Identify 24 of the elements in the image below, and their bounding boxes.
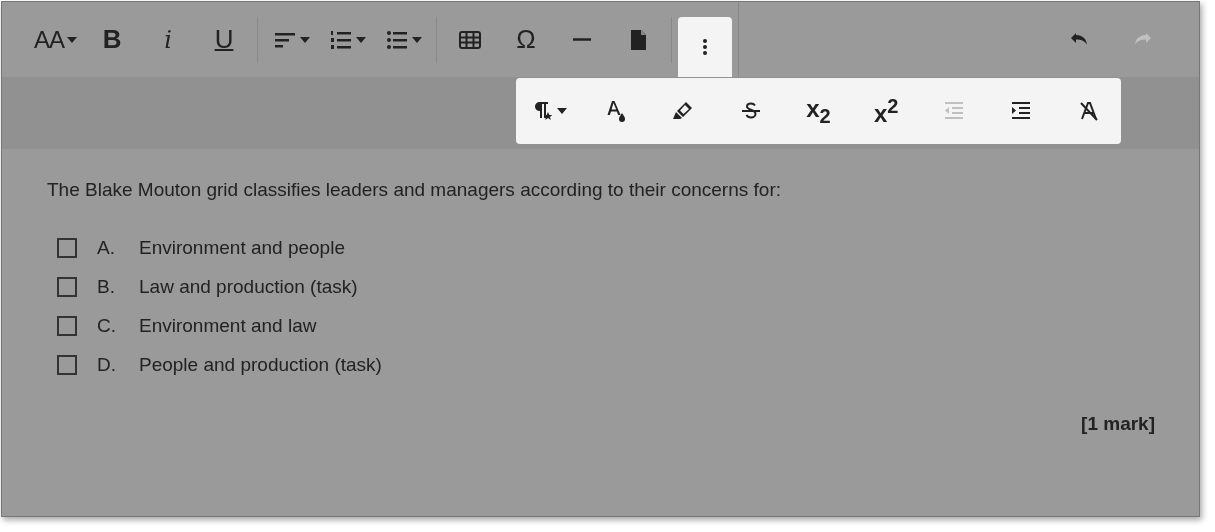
- checkbox[interactable]: [57, 276, 77, 297]
- option-text: Environment and law: [139, 314, 317, 337]
- subscript-button[interactable]: x$_{2}$: [790, 88, 847, 134]
- question-text: The Blake Mouton grid classifies leaders and managers according to their concerns for:: [47, 179, 782, 201]
- option-text: Environment and people: [139, 236, 345, 259]
- checkbox[interactable]: [57, 315, 77, 336]
- checkbox[interactable]: [57, 237, 77, 258]
- option-letter: C.: [97, 314, 117, 337]
- checkbox[interactable]: [57, 354, 77, 375]
- clear-format-icon: [1077, 99, 1101, 123]
- more-icon: [703, 39, 707, 55]
- option-letter: A.: [97, 236, 116, 259]
- special-char-button[interactable]: Ω: [499, 16, 553, 63]
- option-text: Law and production (task): [139, 275, 358, 298]
- italic-button[interactable]: i: [141, 16, 195, 63]
- marks-label: [1 mark]: [1081, 413, 1155, 434]
- superscript-button[interactable]: x$^{2}$: [858, 88, 915, 134]
- underline-button[interactable]: U: [197, 16, 251, 63]
- option-letter: B.: [97, 275, 116, 298]
- horizontal-line-icon: [573, 38, 591, 41]
- bold-button[interactable]: B: [85, 16, 139, 63]
- option-letter: D.: [97, 353, 117, 376]
- font-size-button[interactable]: AA: [28, 16, 83, 63]
- option-text: People and production (task): [139, 353, 382, 376]
